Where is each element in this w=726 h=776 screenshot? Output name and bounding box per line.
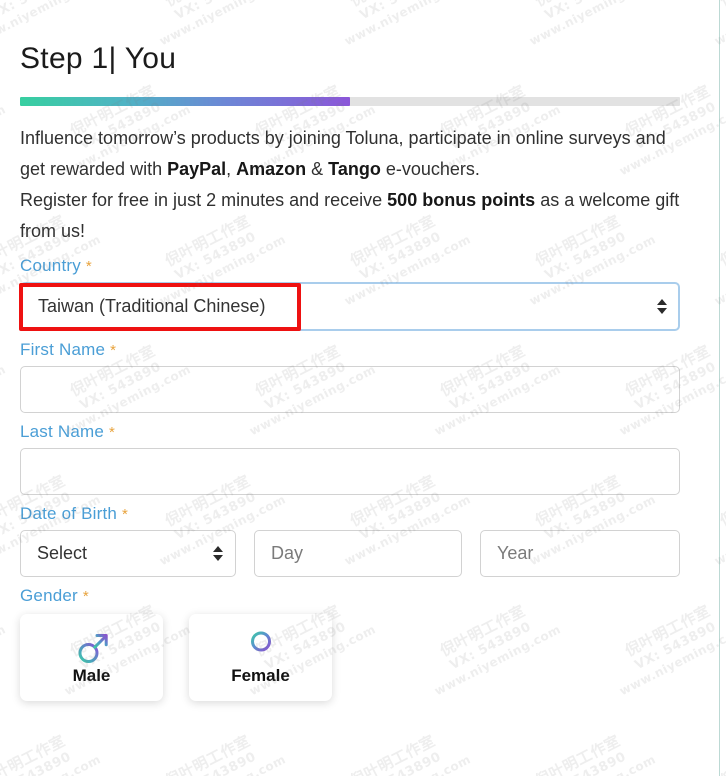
chevron-updown-icon[interactable]	[213, 543, 223, 565]
required-asterisk: *	[82, 588, 89, 605]
intro-bold-tango: Tango	[328, 159, 381, 179]
required-asterisk: *	[85, 258, 92, 275]
date-of-birth-label: Date of Birth *	[20, 504, 680, 524]
progress-bar	[20, 97, 680, 106]
gender-option-female[interactable]: Female	[189, 614, 332, 701]
intro-text-4: e-vouchers.	[380, 159, 480, 179]
birth-month-select[interactable]: Select	[20, 530, 236, 577]
venus-icon	[250, 631, 271, 666]
gender-option-male[interactable]: Male	[20, 614, 163, 701]
required-asterisk: *	[110, 342, 117, 359]
first-name-label: First Name *	[20, 340, 680, 360]
country-label-text: Country	[20, 256, 81, 275]
chevron-updown-icon[interactable]	[657, 296, 667, 318]
intro-paragraph: Influence tomorrow’s products by joining…	[20, 106, 680, 247]
gender-label-text: Gender	[20, 586, 78, 605]
date-of-birth-inputs: Select	[20, 530, 680, 577]
country-select-wrapper: Taiwan (Traditional Chinese)	[19, 282, 680, 331]
gender-option-female-label: Female	[231, 666, 290, 685]
last-name-field: Last Name *	[20, 422, 680, 495]
birth-month-select-box[interactable]: Select	[20, 530, 236, 577]
date-of-birth-label-text: Date of Birth	[20, 504, 118, 523]
birth-day-input[interactable]	[254, 530, 462, 577]
country-field: Country * Taiwan (Traditional Chinese)	[19, 256, 680, 331]
intro-bold-bonus: 500 bonus points	[387, 190, 536, 210]
intro-bold-amazon: Amazon	[236, 159, 307, 179]
progress-bar-fill	[20, 97, 350, 106]
birth-year-input[interactable]	[480, 530, 680, 577]
last-name-label: Last Name *	[20, 422, 680, 442]
gender-options: Male Female	[20, 614, 680, 701]
form-container: Step 1| You Influence tomorrow’s product…	[19, 0, 680, 701]
page-right-edge	[719, 0, 720, 776]
date-of-birth-field: Date of Birth * Select	[20, 504, 680, 577]
last-name-input[interactable]	[20, 448, 680, 495]
required-asterisk: *	[108, 424, 115, 441]
intro-text-2: ,	[226, 159, 237, 179]
first-name-input[interactable]	[20, 366, 680, 413]
country-select[interactable]: Taiwan (Traditional Chinese)	[20, 282, 680, 331]
first-name-label-text: First Name	[20, 340, 106, 359]
mars-icon	[78, 634, 108, 663]
birth-month-selected-value: Select	[37, 543, 88, 563]
country-select-box[interactable]: Taiwan (Traditional Chinese)	[20, 282, 680, 331]
gender-label: Gender *	[20, 586, 680, 606]
page-title: Step 1| You	[20, 42, 177, 75]
registration-page: Step 1| You Influence tomorrow’s product…	[0, 0, 726, 776]
intro-text-3: &	[306, 159, 329, 179]
intro-bold-paypal: PayPal	[167, 159, 227, 179]
last-name-label-text: Last Name	[20, 422, 105, 441]
intro-text-5: Register for free in just 2 minutes and …	[20, 190, 388, 210]
country-label: Country *	[20, 256, 680, 276]
required-asterisk: *	[122, 506, 129, 523]
gender-option-male-label: Male	[72, 666, 111, 685]
country-selected-value: Taiwan (Traditional Chinese)	[38, 296, 266, 316]
gender-field: Gender * Male Female	[20, 586, 680, 701]
first-name-field: First Name *	[20, 340, 680, 413]
